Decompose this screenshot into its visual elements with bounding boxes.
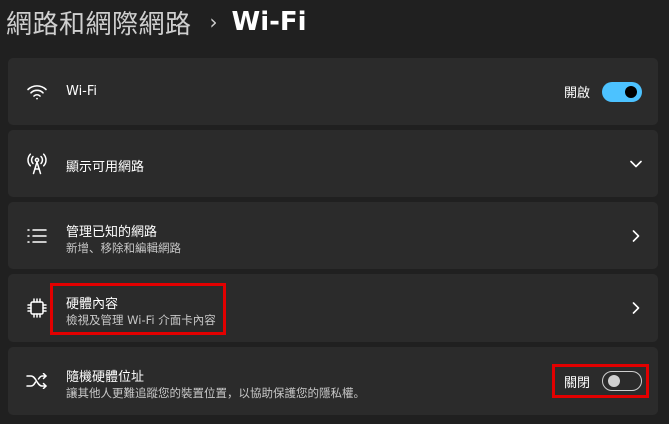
- hardware-properties-subtitle: 檢視及管理 Wi-Fi 介面卡內容: [66, 313, 216, 327]
- chevron-down-icon[interactable]: [630, 158, 642, 170]
- wifi-title: Wi-Fi: [66, 84, 98, 99]
- chevron-right-icon[interactable]: [630, 229, 642, 242]
- random-address-toggle-knob: [608, 375, 620, 387]
- random-address-toggle-group: 關閉: [564, 371, 642, 391]
- manage-known-networks-subtitle: 新增、移除和編輯網路: [66, 241, 181, 255]
- wifi-toggle[interactable]: [602, 81, 642, 102]
- random-hardware-address-subtitle: 讓其他人更難追蹤您的裝置位置，以協助保護您的隱私權。: [66, 386, 365, 400]
- wifi-settings-page: 網路和網際網路 › Wi-Fi Wi-Fi 開啟 顯示可用網路 管理已知的網路 …: [0, 0, 669, 424]
- random-hardware-address-card: 隨機硬體位址 讓其他人更難追蹤您的裝置位置，以協助保護您的隱私權。 關閉: [8, 347, 658, 415]
- list-icon: [26, 225, 48, 247]
- breadcrumb-separator: ›: [209, 10, 218, 34]
- hardware-properties-title: 硬體內容: [66, 297, 119, 312]
- wifi-toggle-group: 開啟: [563, 81, 642, 102]
- wifi-icon: [26, 81, 48, 103]
- wifi-toggle-label: 開啟: [563, 86, 590, 101]
- wifi-toggle-knob: [625, 85, 637, 98]
- manage-known-networks-card[interactable]: 管理已知的網路 新增、移除和編輯網路: [8, 202, 658, 269]
- manage-known-networks-title: 管理已知的網路: [66, 225, 158, 240]
- wifi-card: Wi-Fi 開啟: [8, 58, 658, 125]
- available-networks-card[interactable]: 顯示可用網路: [8, 130, 658, 197]
- page-title: Wi-Fi: [231, 7, 307, 37]
- shuffle-icon: [26, 370, 48, 392]
- random-address-toggle-label: 關閉: [563, 375, 590, 391]
- breadcrumb-parent-link[interactable]: 網路和網際網路: [6, 4, 192, 41]
- random-hardware-address-title: 隨機硬體位址: [66, 370, 145, 385]
- breadcrumb: 網路和網際網路 › Wi-Fi: [6, 2, 307, 42]
- chevron-right-icon[interactable]: [630, 302, 642, 314]
- chip-icon: [26, 297, 48, 319]
- random-address-toggle[interactable]: [602, 371, 642, 391]
- available-networks-title: 顯示可用網路: [66, 160, 145, 175]
- hardware-properties-card[interactable]: 硬體內容 檢視及管理 Wi-Fi 介面卡內容: [8, 274, 658, 342]
- antenna-icon: [26, 152, 48, 175]
